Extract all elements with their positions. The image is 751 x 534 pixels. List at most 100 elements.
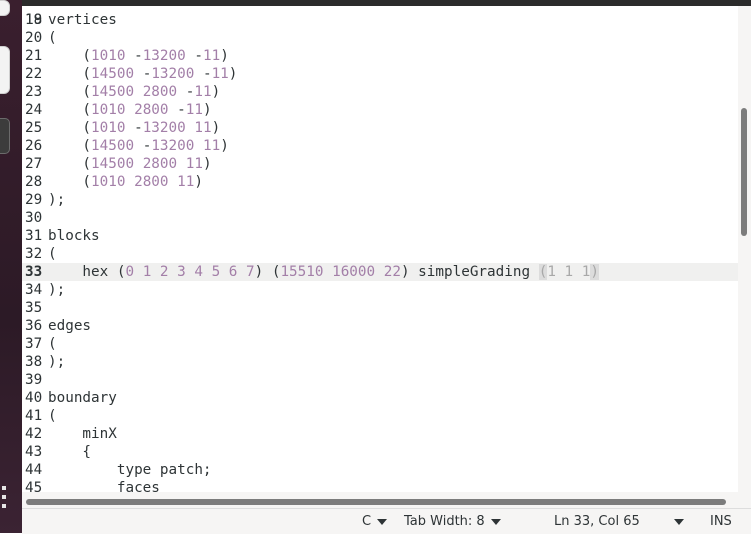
- line-number: 32: [25, 246, 43, 262]
- code-token: -: [177, 84, 195, 100]
- line-number: 23: [25, 84, 43, 100]
- line-number: 33: [25, 264, 43, 280]
- vertical-scrollbar-thumb[interactable]: [741, 108, 747, 236]
- code-line[interactable]: 40 boundary: [22, 389, 738, 407]
- code-line[interactable]: 41 (: [22, 407, 738, 425]
- code-token: );: [48, 192, 66, 208]
- code-token: vertices: [48, 12, 117, 28]
- line-text: (: [48, 245, 57, 263]
- line-number: 30: [25, 210, 43, 226]
- language-selector[interactable]: C: [362, 514, 388, 529]
- line-text: (14500 2800 -11): [48, 83, 220, 101]
- number-token: 22: [383, 264, 401, 280]
- code-line[interactable]: 24 (1010 2800 -11): [22, 101, 738, 119]
- line-text: );: [48, 191, 65, 209]
- number-token: 14500: [91, 138, 135, 154]
- code-token: ): [202, 156, 212, 172]
- code-line[interactable]: 19 vertices: [22, 11, 738, 29]
- code-token: 1 1 1: [547, 264, 591, 280]
- line-text: (1010 -13200 -11): [48, 47, 228, 65]
- number-token: 2800: [134, 102, 169, 118]
- number-token: 11: [177, 174, 195, 190]
- number-token: 13200: [151, 138, 195, 154]
- dock-app-icon[interactable]: [0, 46, 10, 94]
- code-token: (: [48, 48, 92, 64]
- code-line[interactable]: 44 type patch;: [22, 461, 738, 479]
- code-token: );: [48, 282, 66, 298]
- chevron-down-icon: [673, 518, 684, 525]
- line-number: 37: [25, 336, 43, 352]
- code-line[interactable]: 39: [22, 371, 738, 389]
- line-text: blocks: [48, 227, 100, 245]
- code-line[interactable]: 29);: [22, 191, 738, 209]
- code-line[interactable]: 22 (14500 -13200 -11): [22, 65, 738, 83]
- line-text: vertices: [48, 11, 117, 29]
- code-line[interactable]: 42 minX: [22, 425, 738, 443]
- number-token: 14500: [91, 66, 135, 82]
- line-number: 38: [25, 354, 43, 370]
- line-number: 42: [25, 426, 43, 442]
- text-editor-view[interactable]: 18 19 vertices 20(21 (1010 -13200 -11) 22 (…: [22, 6, 738, 492]
- tab-width-selector[interactable]: Tab Width: 8: [404, 514, 501, 529]
- code-line[interactable]: 27 (14500 2800 11): [22, 155, 738, 173]
- number-token: 14500: [91, 84, 135, 100]
- number-token: 2: [159, 264, 169, 280]
- line-text: (1010 2800 11): [48, 173, 203, 191]
- line-text: hex (0 1 2 3 4 5 6 7) (15510 16000 22) s…: [48, 263, 599, 281]
- number-token: 13200: [142, 48, 186, 64]
- code-line[interactable]: 30: [22, 209, 738, 227]
- line-number: 39: [25, 372, 43, 388]
- code-line[interactable]: 45 faces: [22, 479, 738, 492]
- line-text: );: [48, 281, 65, 299]
- line-number: 29: [25, 192, 43, 208]
- code-line[interactable]: 38);: [22, 353, 738, 371]
- code-token: -: [168, 102, 186, 118]
- number-token: 11: [202, 48, 221, 64]
- code-line[interactable]: 35: [22, 299, 738, 317]
- code-line[interactable]: 20 (: [22, 29, 738, 47]
- line-text: (14500 2800 11): [48, 155, 212, 173]
- code-line[interactable]: 25 (1010 -13200 11): [22, 119, 738, 137]
- dock-app-icon[interactable]: [0, 0, 10, 16]
- number-token: 5: [211, 264, 221, 280]
- horizontal-scrollbar-thumb[interactable]: [26, 499, 726, 505]
- code-line[interactable]: 28 (1010 2800 11): [22, 173, 738, 191]
- code-line[interactable]: 21 (1010 -13200 -11): [22, 47, 738, 65]
- number-token: 16000: [332, 264, 376, 280]
- dock-terminal-icon[interactable]: [0, 118, 10, 154]
- code-line[interactable]: 23 (14500 2800 -11): [22, 83, 738, 101]
- code-line[interactable]: 36 edges: [22, 317, 738, 335]
- code-token: hex (: [48, 264, 126, 280]
- code-line[interactable]: 31 blocks: [22, 227, 738, 245]
- code-line[interactable]: 32 (: [22, 245, 738, 263]
- code-line[interactable]: 37 (: [22, 335, 738, 353]
- vertical-scrollbar[interactable]: [738, 6, 751, 492]
- code-line[interactable]: 43 {: [22, 443, 738, 461]
- cursor-position-label: Ln 33, Col 65: [554, 514, 640, 529]
- code-token: (: [48, 138, 92, 154]
- line-number: 19: [25, 12, 43, 28]
- code-token: -: [125, 48, 143, 64]
- code-line[interactable]: 34);: [22, 281, 738, 299]
- number-token: 2800: [142, 84, 178, 100]
- code-token: ): [194, 174, 203, 190]
- number-token: 7: [246, 264, 255, 280]
- code-token: ): [211, 120, 221, 136]
- insert-mode-indicator[interactable]: INS: [710, 514, 732, 529]
- line-text: (: [48, 335, 57, 353]
- line-number: 22: [25, 66, 43, 82]
- cursor-position-selector[interactable]: Ln 33, Col 65: [554, 514, 684, 529]
- insert-mode-label: INS: [710, 514, 732, 529]
- code-line[interactable]: 33 hex (0 1 2 3 4 5 6 7) (15510 16000 22…: [22, 263, 738, 281]
- code-token: type patch;: [48, 462, 212, 478]
- show-applications-icon[interactable]: [2, 486, 8, 508]
- horizontal-scrollbar[interactable]: [22, 492, 751, 508]
- code-line[interactable]: 26 (14500 -13200 11): [22, 137, 738, 155]
- status-bar: C Tab Width: 8 Ln 33, Col 65 INS: [22, 508, 751, 534]
